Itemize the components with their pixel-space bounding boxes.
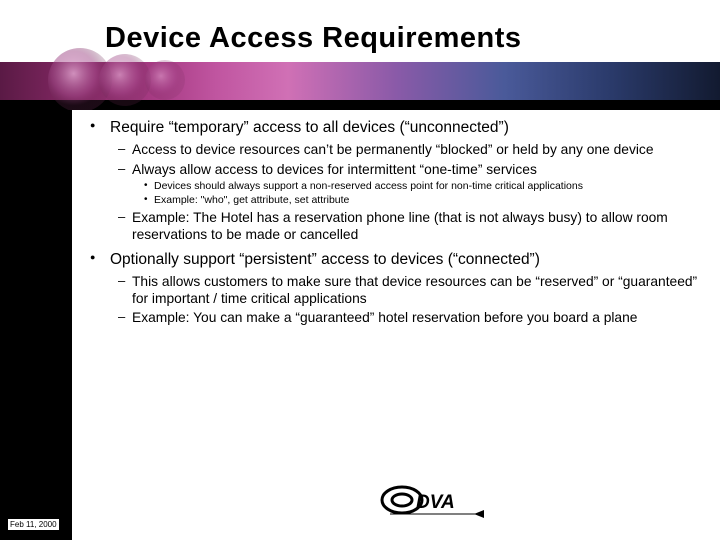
- bullet-l1: Optionally support “persistent” access t…: [90, 250, 702, 327]
- bullet-l2: Always allow access to devices for inter…: [110, 161, 702, 207]
- slide-title: Device Access Requirements: [105, 22, 522, 55]
- bullet-text: Example: You can make a “guaranteed” hot…: [132, 310, 637, 325]
- logo-text: DVA: [416, 492, 455, 513]
- left-black-strip: [0, 110, 72, 540]
- slide-body: Require “temporary” access to all device…: [90, 118, 702, 333]
- bullet-l2: This allows customers to make sure that …: [110, 273, 702, 307]
- bullet-l3: Example: "who", get attribute, set attri…: [132, 194, 702, 207]
- header-gradient-band: [0, 62, 720, 100]
- bullet-l3: Devices should always support a non-rese…: [132, 180, 702, 193]
- bullet-text: Example: "who", get attribute, set attri…: [154, 194, 349, 206]
- bullet-text: Optionally support “persistent” access t…: [110, 251, 540, 268]
- bullet-text: Access to device resources can’t be perm…: [132, 142, 654, 157]
- bullet-text: Devices should always support a non-rese…: [154, 180, 583, 192]
- bullet-l2: Example: The Hotel has a reservation pho…: [110, 209, 702, 243]
- bullet-text: Example: The Hotel has a reservation pho…: [132, 210, 668, 242]
- bullet-text: Always allow access to devices for inter…: [132, 162, 537, 177]
- footer-date: Feb 11, 2000: [8, 519, 59, 530]
- bullet-l2: Access to device resources can’t be perm…: [110, 141, 702, 158]
- odva-logo: DVA: [380, 480, 490, 520]
- bullet-text: This allows customers to make sure that …: [132, 274, 697, 306]
- bullet-l1: Require “temporary” access to all device…: [90, 118, 702, 244]
- bullet-text: Require “temporary” access to all device…: [110, 119, 509, 136]
- bullet-l2: Example: You can make a “guaranteed” hot…: [110, 309, 702, 326]
